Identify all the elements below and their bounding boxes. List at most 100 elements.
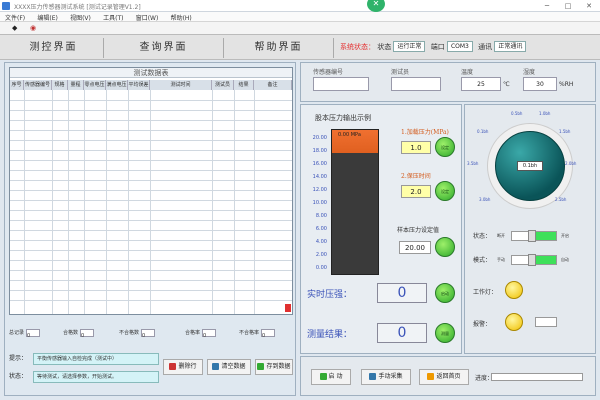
gauge-tick: 2.00 — [315, 252, 327, 258]
gauge-tick: 12.00 — [312, 187, 327, 193]
clear-data-button[interactable]: 清空数据 — [207, 359, 251, 375]
knob-tick: 0.1bh — [477, 129, 489, 134]
save-data-button[interactable]: 存到数据 — [255, 359, 293, 375]
stat-pass-value: 0 — [80, 328, 95, 339]
pressure-set-button[interactable]: 设定 — [435, 137, 455, 157]
scroll-marker[interactable] — [285, 304, 291, 312]
manual-collect-button[interactable]: 手动采集 — [361, 369, 411, 385]
gauge-tick: 6.00 — [315, 226, 327, 232]
diamond-icon[interactable]: ◆ — [12, 24, 17, 32]
col-full-voltage[interactable]: 满点电压 — [106, 80, 128, 90]
minimize-button[interactable]: ─ — [538, 1, 556, 11]
alarm-lamp-icon — [505, 313, 523, 331]
result-row: 状态： 等待测试，请选择参数，开始测试。 — [9, 371, 159, 383]
system-status: 系统状态： 状态 运行正常 端口 COM3 通讯 正常通讯 — [340, 41, 529, 55]
gauge-tick: 14.00 — [312, 174, 327, 180]
col-test-time[interactable]: 测试时间 — [150, 80, 212, 90]
knob-tick: 3.0bh — [479, 197, 491, 202]
stats-row: 总记录 0 合格数 0 不合格数 0 合格率 0 不合格率 0 — [9, 327, 293, 339]
back-home-button[interactable]: 返回首页 — [419, 369, 469, 385]
tab-help[interactable]: 帮助界面 — [224, 38, 334, 58]
knob-tick: 2.0bh — [565, 161, 577, 166]
switch1-label: 状态： — [473, 233, 492, 240]
result-measure-label: 测量结果： — [307, 330, 353, 340]
humidity-unit: %RH — [559, 81, 574, 88]
stat-pass-rate-value: 0 — [202, 328, 217, 339]
gauge-fill-label: 0.00 MPa — [338, 132, 361, 138]
delete-row-button[interactable]: 删除行 — [163, 359, 203, 375]
table-title: 测试数据表 — [10, 68, 292, 78]
switch1-toggle[interactable] — [511, 230, 557, 242]
col-index[interactable]: 序号 — [10, 80, 24, 90]
temperature-field: 温度 25 ℃ — [461, 67, 510, 91]
maximize-button[interactable]: □ — [559, 1, 577, 11]
column-divider — [106, 90, 107, 314]
system-status-label: 系统状态： — [340, 42, 375, 51]
title-bar: XXXX压力传感器测试系统 [测试记录管理V1.2] ✕ ─ □ ✕ — [0, 0, 600, 12]
gauge-scale: 20.00 18.00 16.00 14.00 12.00 10.00 8.00… — [303, 135, 327, 275]
result-text: 等待测试，请选择参数，开始测试。 — [33, 371, 159, 383]
humidity-input[interactable]: 30 — [523, 77, 557, 91]
delete-icon — [169, 363, 177, 370]
progress-bar — [491, 373, 583, 381]
gauge-panel: 股本压力输出示例 20.00 18.00 16.00 14.00 12.00 1… — [300, 104, 462, 354]
col-zero-voltage[interactable]: 零点电压 — [84, 80, 106, 90]
threshold-label: 样本压力设定值 — [397, 227, 440, 234]
col-note[interactable]: 备注 — [254, 80, 292, 90]
stat-fail-value: 0 — [141, 328, 156, 339]
knob-tick: 0.5bh — [511, 111, 523, 116]
window-title: XXXX压力传感器测试系统 [测试记录管理V1.2] — [14, 4, 141, 11]
knob-tick: 2.5bh — [555, 197, 567, 202]
knob-tick: 1.5bh — [559, 129, 571, 134]
collect-icon — [369, 373, 377, 380]
gauge-tick: 4.00 — [315, 239, 327, 245]
col-range[interactable]: 量程 — [68, 80, 84, 90]
temperature-input[interactable]: 25 — [461, 77, 501, 91]
status-label-0: 状态 — [377, 42, 392, 51]
col-result[interactable]: 结果 — [234, 80, 254, 90]
switch2-right: 自动 — [561, 257, 569, 262]
switch2-label: 模式： — [473, 257, 492, 264]
column-divider — [68, 90, 69, 314]
col-spec[interactable]: 规格 — [52, 80, 68, 90]
knob-tick: 3.5bh — [467, 161, 479, 166]
start-run-button[interactable]: 启 动 — [311, 369, 351, 385]
col-tester[interactable]: 测试员 — [212, 80, 234, 90]
record-icon[interactable]: ◉ — [30, 24, 36, 32]
data-table[interactable]: 测试数据表 序号 传感器编号 规格 量程 零点电压 满点电压 平均误差 测试时间… — [9, 67, 293, 315]
threshold-input[interactable]: 20.00 — [399, 241, 431, 254]
sensor-no-input[interactable] — [313, 77, 369, 91]
realtime-value: 0 — [377, 283, 427, 303]
table-header: 序号 传感器编号 规格 量程 零点电压 满点电压 平均误差 测试时间 测试员 结… — [10, 80, 292, 90]
close-badge-icon[interactable]: ✕ — [367, 0, 385, 12]
tester-input[interactable] — [391, 77, 441, 91]
col-avg-error[interactable]: 平均误差 — [128, 80, 150, 90]
status-label-1: 端口 — [430, 42, 445, 51]
hint-row: 提示： 平衡传感器输入自检完成（测试中） — [9, 353, 159, 365]
start-button[interactable]: 启动 — [435, 283, 455, 303]
pressure-gauge: 0.00 MPa — [331, 129, 379, 275]
close-button[interactable]: ✕ — [580, 1, 598, 11]
gauge-tick: 0.00 — [315, 265, 327, 271]
hint-text: 平衡传感器输入自检完成（测试中） — [33, 353, 159, 365]
column-divider — [212, 90, 213, 314]
gauge-tick: 8.00 — [315, 213, 327, 219]
status-label-2: 通讯 — [478, 42, 493, 51]
pressure-input[interactable]: 1.0 — [401, 141, 431, 154]
measure-button[interactable]: 测量 — [435, 323, 455, 343]
tab-query[interactable]: 查询界面 — [104, 38, 224, 58]
alarm-value — [535, 317, 557, 327]
tab-measure-control[interactable]: 测控界面 — [4, 38, 104, 58]
stat-pass: 合格数 0 — [63, 327, 95, 339]
col-sensor-no[interactable]: 传感器编号 — [24, 80, 52, 90]
stat-fail: 不合格数 0 — [119, 327, 156, 339]
table-body — [10, 90, 292, 314]
threshold-set-button[interactable] — [435, 237, 455, 257]
hold-input[interactable]: 2.0 — [401, 185, 431, 198]
switch2-toggle[interactable] — [511, 254, 557, 266]
hold-set-button[interactable]: 设定 — [435, 181, 455, 201]
column-divider — [234, 90, 235, 314]
parameter-fields: 传感器编号 测试员 温度 25 ℃ 湿度 30 %RH — [300, 62, 596, 102]
tester-field: 测试员 — [391, 67, 441, 91]
gauge-tick: 10.00 — [312, 200, 327, 206]
